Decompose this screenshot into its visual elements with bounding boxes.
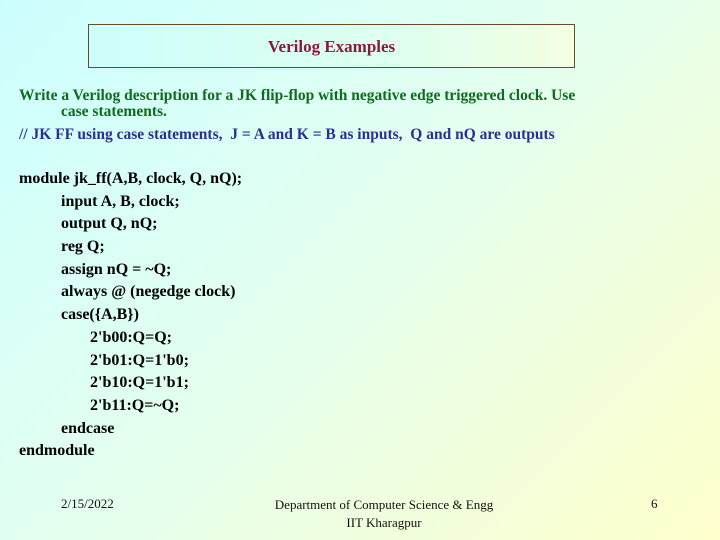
code-line: output Q, nQ;	[61, 215, 158, 233]
slide-title-box: Verilog Examples	[88, 24, 575, 68]
code-line: endcase	[61, 419, 115, 437]
code-line: case({A,B})	[61, 306, 139, 324]
footer-department-line-1: Department of Computer Science & Engg	[274, 497, 494, 512]
code-line: always @ (negedge clock)	[61, 283, 236, 301]
slide-title: Verilog Examples	[267, 37, 396, 56]
problem-line-1: Write a Verilog description for a JK fli…	[19, 87, 576, 104]
code-comment: // JK FF using case statements, J = A an…	[19, 126, 555, 143]
code-line: 2'b01:Q=1'b0;	[90, 351, 189, 369]
footer-department-line-2: IIT Kharagpur	[346, 515, 422, 530]
code-line: module jk_ff(A,B, clock, Q, nQ);	[19, 170, 243, 187]
code-line: assign nQ = ~Q;	[61, 260, 172, 278]
problem-line-2: case statements.	[61, 103, 167, 120]
page-number: 6	[651, 496, 658, 511]
footer-date: 2/15/2022	[61, 496, 114, 511]
code-line: 2'b00:Q=Q;	[90, 328, 173, 346]
code-line: input A, B, clock;	[61, 192, 180, 210]
footer-department: Department of Computer Science & Engg II…	[234, 496, 534, 532]
code-line: 2'b10:Q=1'b1;	[90, 374, 189, 392]
code-line: reg Q;	[61, 238, 105, 256]
code-block: module jk_ff(A,B, clock, Q, nQ); input A…	[19, 168, 242, 463]
code-line: 2'b11:Q=~Q;	[90, 396, 180, 414]
problem-statement: Write a Verilog description for a JK fli…	[19, 88, 709, 120]
code-line: endmodule	[19, 442, 95, 460]
